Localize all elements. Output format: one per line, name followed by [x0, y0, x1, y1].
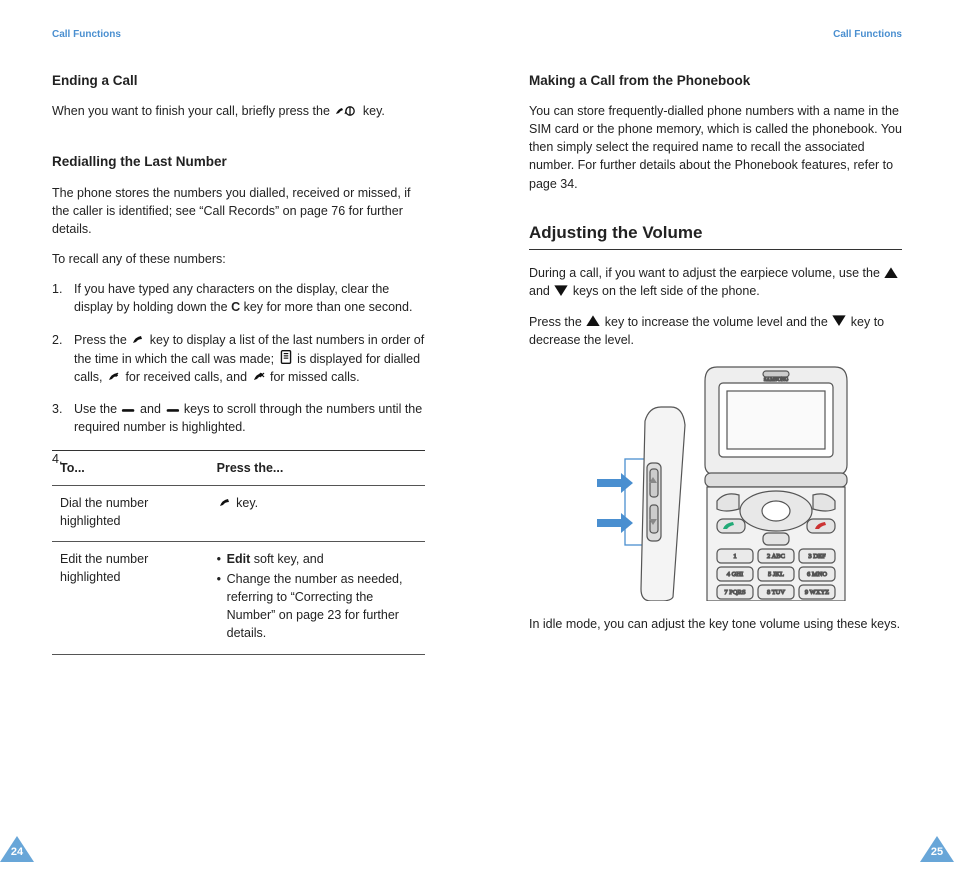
- table-row: Dial the number highlighted key.: [52, 486, 425, 541]
- running-head-left: Call Functions: [52, 28, 425, 43]
- para-phonebook: You can store frequently-dialled phone n…: [529, 102, 902, 193]
- svg-text:2 ABC: 2 ABC: [767, 553, 785, 560]
- scroll-right-icon: [164, 402, 180, 414]
- svg-text:4 GHI: 4 GHI: [727, 571, 743, 578]
- end-call-icon: [333, 104, 359, 116]
- svg-text:7 PQRS: 7 PQRS: [724, 589, 746, 596]
- send-key-icon: [130, 333, 146, 345]
- volume-down-icon: [831, 314, 847, 326]
- redial-steps: If you have typed any characters on the …: [52, 280, 425, 436]
- left-page: Call Functions Ending a Call When you wa…: [0, 0, 477, 876]
- scroll-left-icon: [121, 402, 137, 414]
- table-col-press: Press the...: [209, 451, 425, 486]
- redial-step-3: Use the and keys to scroll through the n…: [52, 400, 425, 436]
- volume-up-icon: [883, 266, 899, 278]
- heading-ending-call: Ending a Call: [52, 71, 425, 91]
- svg-text:3 DEF: 3 DEF: [808, 553, 826, 560]
- dialled-call-icon: [278, 349, 294, 361]
- heading-redial: Redialling the Last Number: [52, 152, 425, 172]
- para-redial-2: To recall any of these numbers:: [52, 250, 425, 268]
- send-key-icon: [217, 496, 233, 508]
- redial-step-1: If you have typed any characters on the …: [52, 280, 425, 316]
- svg-text:9 WXYZ: 9 WXYZ: [805, 589, 829, 596]
- para-volume-2: Press the key to increase the volume lev…: [529, 313, 902, 349]
- received-call-icon: [106, 370, 122, 382]
- svg-text:5 JKL: 5 JKL: [768, 571, 784, 578]
- volume-up-icon: [585, 314, 601, 326]
- heading-phonebook: Making a Call from the Phonebook: [529, 71, 902, 91]
- redial-action-table: To... Press the... Dial the number highl…: [52, 450, 425, 655]
- missed-call-icon: [251, 370, 267, 382]
- running-head-right: Call Functions: [529, 28, 902, 43]
- page-number-left: 24: [0, 836, 34, 862]
- table-row: Edit the number highlighted Edit soft ke…: [52, 541, 425, 655]
- para-redial-1: The phone stores the numbers you dialled…: [52, 184, 425, 238]
- phone-illustration: SAMSUNG: [567, 361, 857, 601]
- volume-down-icon: [553, 284, 569, 296]
- svg-text:8 TUV: 8 TUV: [767, 589, 785, 596]
- heading-volume: Adjusting the Volume: [529, 221, 902, 246]
- table-col-to: To...: [52, 451, 209, 486]
- para-volume-1: During a call, if you want to adjust the…: [529, 264, 902, 300]
- svg-text:SAMSUNG: SAMSUNG: [764, 378, 789, 383]
- page-number-right: 25: [920, 836, 954, 862]
- svg-text:6 MNO: 6 MNO: [807, 571, 827, 578]
- heading-rule: [529, 249, 902, 250]
- svg-text:1: 1: [733, 553, 736, 560]
- para-ending-call: When you want to finish your call, brief…: [52, 102, 425, 120]
- right-page: Call Functions Making a Call from the Ph…: [477, 0, 954, 876]
- para-volume-3: In idle mode, you can adjust the key ton…: [529, 615, 902, 633]
- redial-step-2: Press the key to display a list of the l…: [52, 331, 425, 386]
